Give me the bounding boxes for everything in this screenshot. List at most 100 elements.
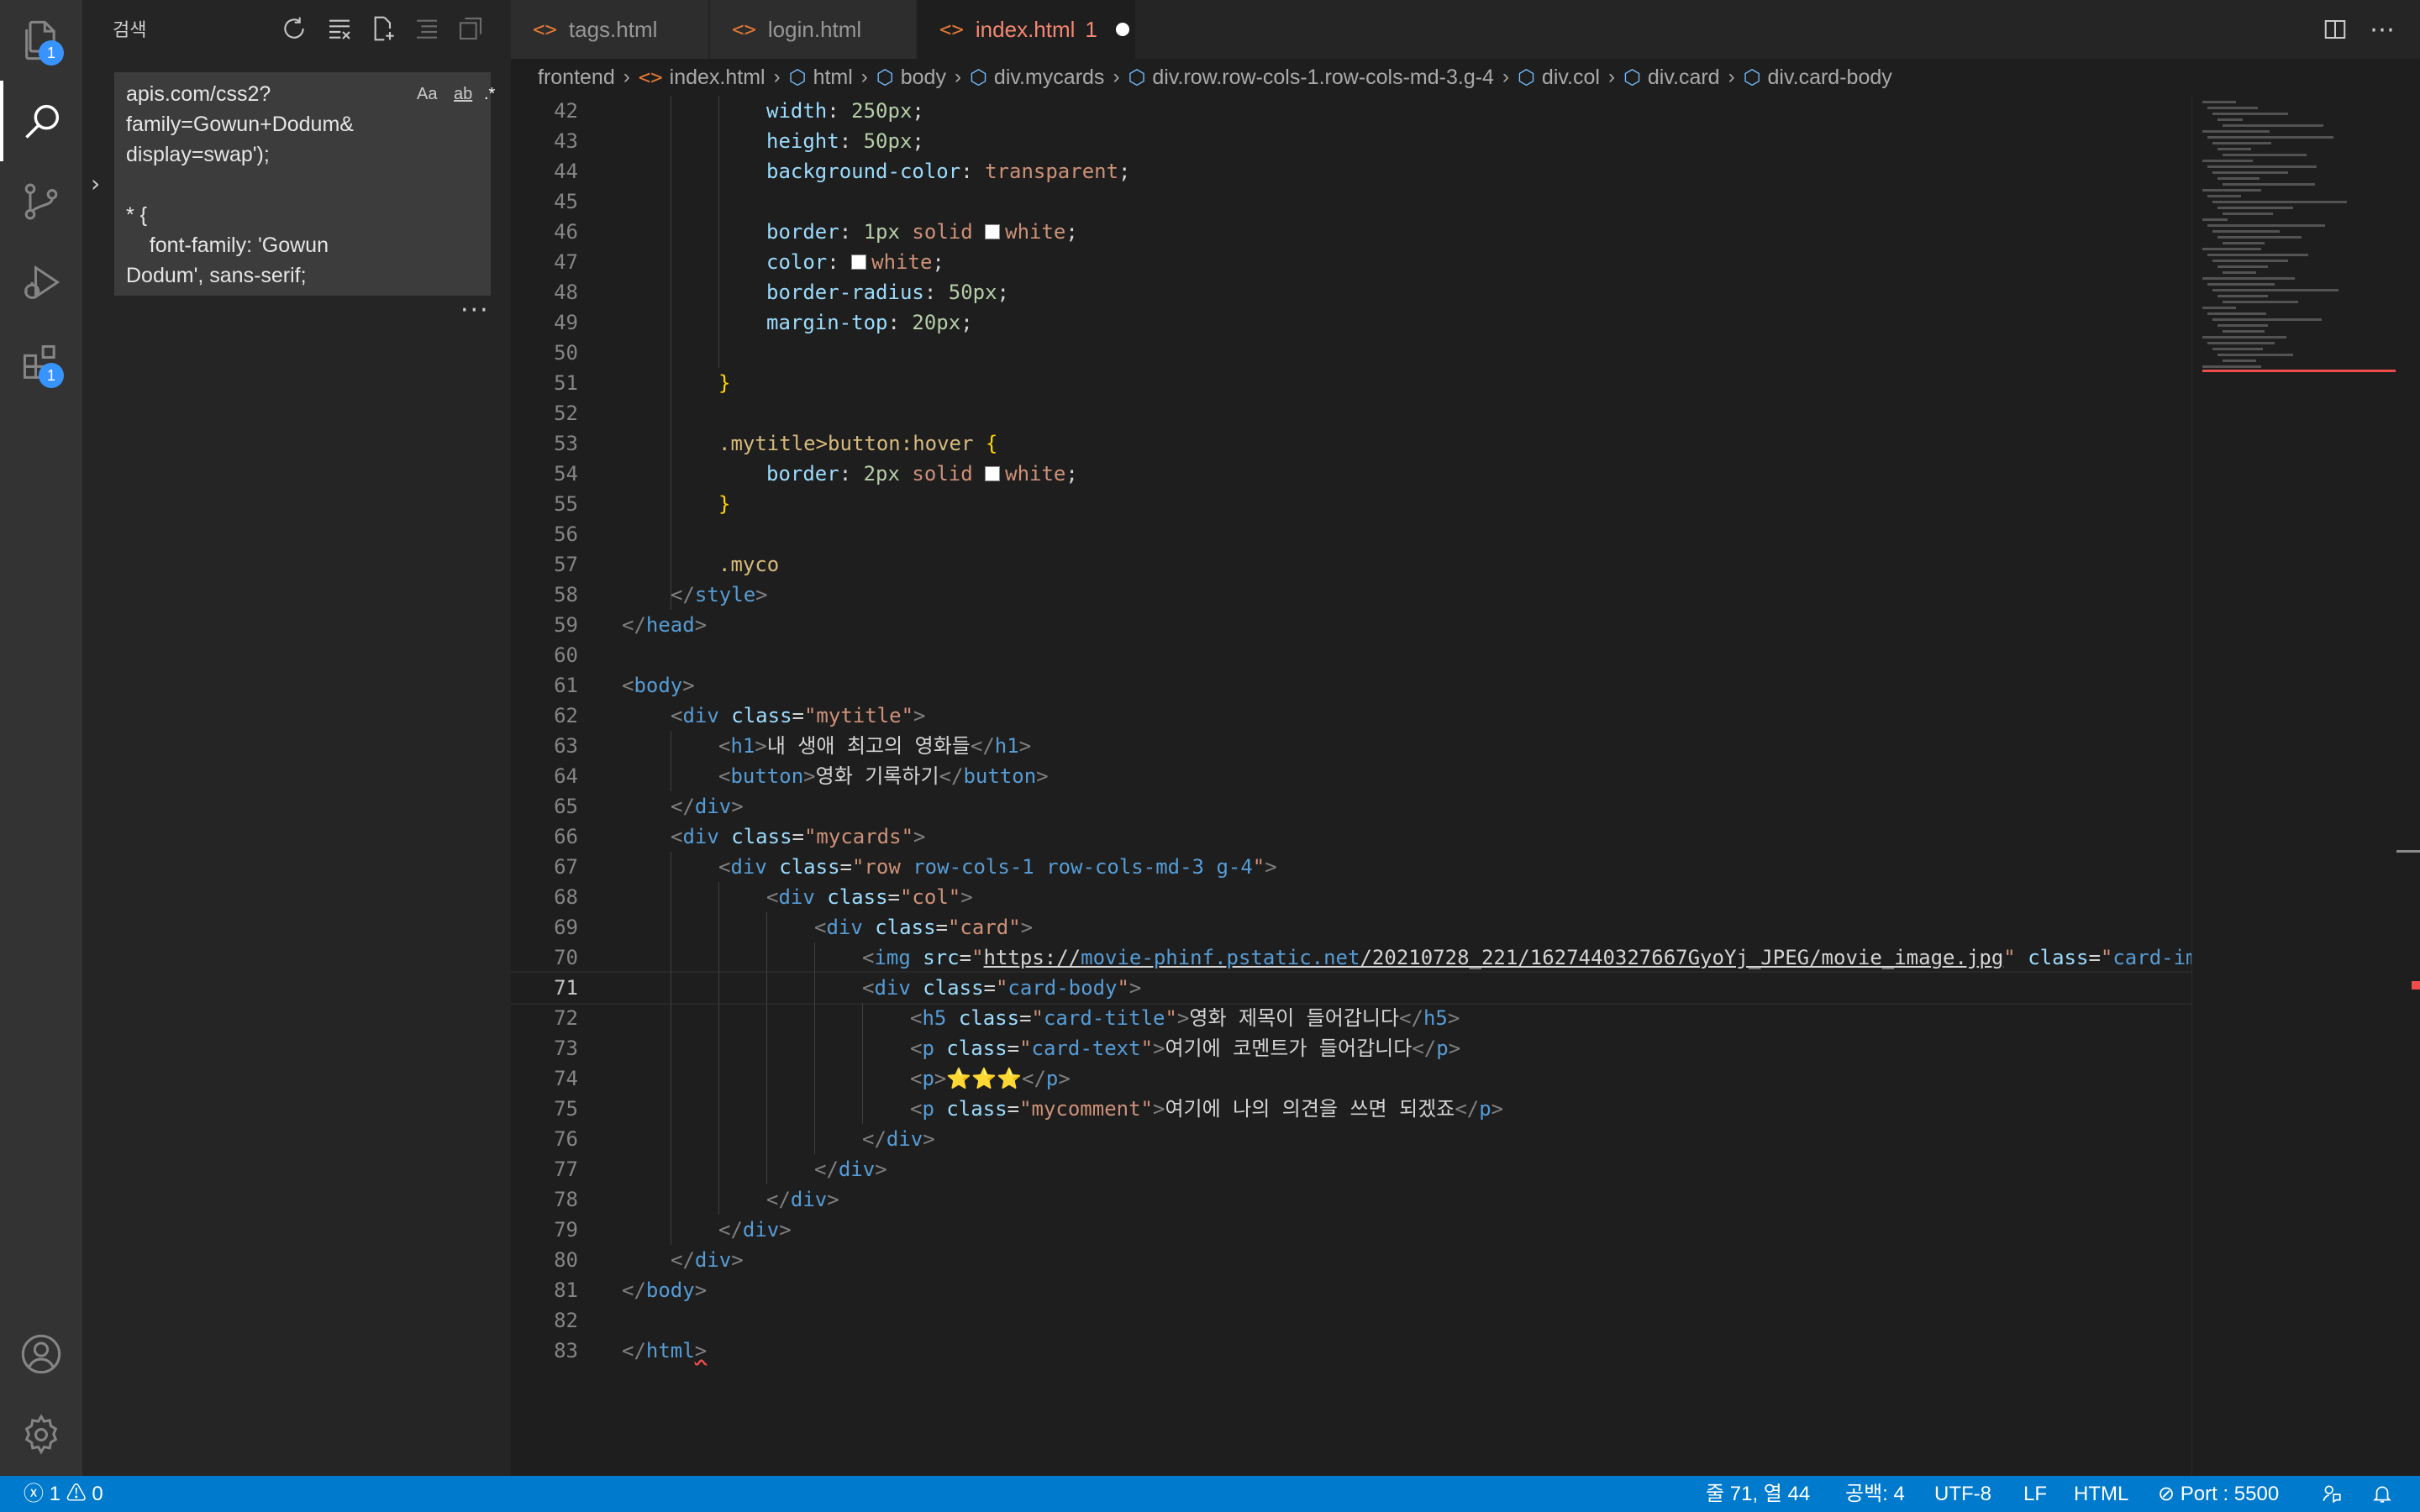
color-swatch-icon[interactable] [985, 224, 1001, 239]
attr-value: " [971, 946, 984, 969]
new-search-editor-button[interactable] [368, 13, 398, 44]
run-debug-button[interactable] [0, 242, 82, 323]
breadcrumb-item[interactable]: ⬡ div.col [1518, 66, 1600, 90]
css-value: 50px [863, 129, 913, 153]
notifications-button[interactable] [2371, 1476, 2393, 1512]
unsaved-dot-icon[interactable] [1115, 23, 1129, 36]
regex-toggle[interactable]: .* [484, 79, 495, 109]
tab-login-html[interactable]: <> login.html [710, 0, 917, 59]
code-line: 62 <div class="mytitle"> [511, 701, 2191, 731]
split-editor-button[interactable] [2319, 13, 2351, 45]
minimap[interactable] [2191, 96, 2410, 1476]
css-property: border [766, 462, 839, 486]
attr-value: card-body [1007, 976, 1118, 1000]
tab-index-html[interactable]: <> index.html 1 [918, 0, 1136, 59]
manage-button[interactable] [0, 1394, 82, 1475]
color-swatch-icon[interactable] [985, 466, 1001, 481]
breadcrumb-item[interactable]: ⬡ div.card-body [1744, 66, 1892, 90]
breadcrumb-label: div.card-body [1767, 65, 1892, 89]
attr-value: "mytitle" [803, 704, 914, 727]
whole-word-toggle[interactable]: ab [454, 79, 472, 109]
css-value: 50px [948, 281, 997, 304]
breadcrumb-item[interactable]: ⬡ div.card [1623, 66, 1720, 90]
more-actions-icon[interactable]: ··· [460, 296, 490, 325]
line-number: 49 [554, 311, 578, 334]
minimap-line [2207, 312, 2266, 315]
problems-indicator[interactable]: ⓧ 1 ⚠ 0 [24, 1476, 103, 1512]
breadcrumb-item[interactable]: <> index.html [639, 66, 765, 90]
feedback-icon [2323, 1485, 2341, 1504]
attr-value: " [2100, 946, 2113, 969]
code-line: 43 height: 50px; [511, 126, 2191, 156]
code-line: 70 <img src="https://movie-phinf.pstatic.… [511, 942, 2191, 973]
breadcrumb-item[interactable]: ⬡ html [789, 66, 853, 90]
css-value: solid [912, 462, 973, 486]
code-line: 56 [511, 519, 2191, 549]
more-actions-button[interactable]: ⋯ [2366, 13, 2398, 45]
cursor-position[interactable]: 줄 71, 열 44 [1706, 1476, 1810, 1512]
refresh-icon [284, 17, 304, 39]
code-line: 46 border: 1px solid white; [511, 217, 2191, 247]
line-number: 48 [554, 281, 578, 304]
breadcrumb-item[interactable]: frontend [538, 66, 615, 90]
attr-value: " [995, 976, 1008, 1000]
css-value: 2px [863, 462, 900, 486]
source-control-button[interactable] [0, 161, 82, 242]
color-swatch-icon[interactable] [851, 255, 867, 270]
code-line: 54 border: 2px solid white; [511, 459, 2191, 489]
line-number: 57 [554, 553, 578, 576]
css-value: white [1005, 462, 1066, 486]
line-number: 72 [554, 1006, 578, 1030]
attr-value: " [1117, 976, 1129, 1000]
html-tag: h1 [730, 734, 755, 758]
css-value: 250px [851, 99, 913, 123]
minimap-line [2207, 283, 2275, 286]
symbol-cube-icon: ⬡ [1623, 66, 1641, 89]
encoding[interactable]: UTF-8 [1934, 1476, 1991, 1512]
attr-value: " [1019, 1037, 1032, 1060]
refresh-button[interactable] [279, 13, 309, 44]
tab-label: tags.html [568, 16, 658, 42]
live-server-port[interactable]: ⊘ Port : 5500 [2158, 1476, 2279, 1512]
attr-value: " [1252, 855, 1265, 879]
minimap-line [2217, 295, 2268, 297]
accounts-button[interactable] [0, 1314, 82, 1394]
language-mode[interactable]: HTML [2074, 1476, 2128, 1512]
line-number: 69 [554, 916, 578, 939]
scrollbar-thumb[interactable] [2396, 850, 2420, 853]
attr-value: "row [851, 855, 913, 879]
text-content: 내 생애 최고의 영화들 [766, 734, 971, 758]
attr-value: "mycomment" [1019, 1097, 1154, 1121]
line-number: 60 [554, 643, 578, 667]
explorer-button[interactable]: 1 [0, 0, 82, 81]
clear-results-button[interactable] [324, 13, 355, 44]
line-number: 44 [554, 160, 578, 183]
collapse-all-button[interactable] [412, 13, 442, 44]
html-tag: div [694, 795, 732, 818]
breadcrumb-item[interactable]: ⬡ div.row.row-cols-1.row-cols-md-3.g-4 [1128, 66, 1494, 90]
explorer-badge: 1 [39, 40, 64, 66]
breadcrumb-item[interactable]: ⬡ div.mycards [970, 66, 1104, 90]
feedback-button[interactable] [2321, 1476, 2343, 1512]
account-icon [21, 1334, 61, 1374]
html-tag: p [922, 1037, 934, 1060]
css-value: white [871, 250, 933, 274]
search-view-button[interactable] [0, 81, 82, 161]
code-editor[interactable]: 42 width: 250px; 43 height: 50px; 44 backgr… [511, 96, 2191, 1476]
minimap-line [2217, 354, 2293, 356]
extensions-button[interactable]: 1 [0, 323, 82, 403]
chevron-right-icon[interactable]: › [91, 170, 100, 197]
split-editor-icon [2324, 20, 2346, 39]
end-of-line[interactable]: LF [2023, 1476, 2047, 1512]
minimap-line [2223, 360, 2256, 362]
tab-tags-html[interactable]: <> tags.html [511, 0, 709, 59]
code-line: 53 .mytitle>button:hover { [511, 428, 2191, 459]
clear-all-icon [329, 19, 350, 39]
indentation[interactable]: 공백: 4 [1845, 1476, 1905, 1512]
breadcrumb-item[interactable]: ⬡ body [876, 66, 946, 90]
match-case-toggle[interactable]: Aa [417, 79, 437, 109]
line-number: 63 [554, 734, 578, 758]
expand-all-button[interactable] [455, 13, 486, 44]
image-url-link[interactable]: https://movie-phinf.pstatic.net/20210728… [984, 946, 2004, 969]
indent-guide [766, 912, 767, 1184]
